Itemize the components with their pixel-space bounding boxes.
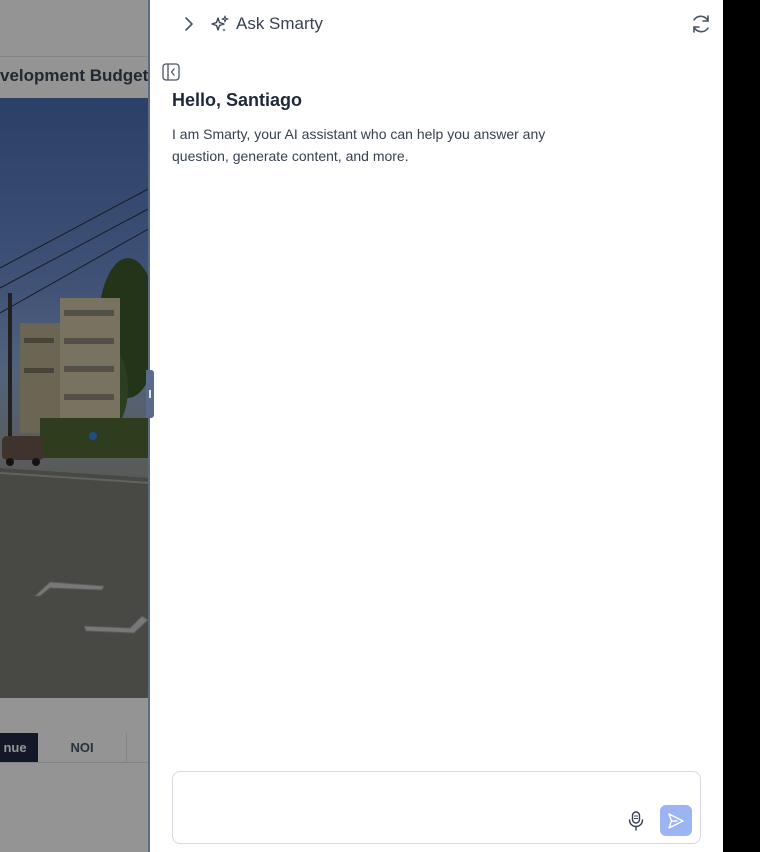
chat-input[interactable]: [183, 780, 627, 834]
drawer-header: Ask Smarty: [150, 0, 723, 48]
section-title: velopment Budget: [0, 66, 149, 85]
assistant-intro-text: I am Smarty, your AI assistant who can h…: [172, 126, 546, 164]
sidebar-toggle-icon[interactable]: [162, 63, 180, 81]
microphone-icon[interactable]: [626, 810, 646, 832]
drawer-title: Ask Smarty: [236, 14, 323, 33]
window-edge: [723, 0, 760, 852]
refresh-icon[interactable]: [689, 12, 713, 36]
send-button[interactable]: [660, 805, 692, 836]
tab-revenue[interactable]: nue: [0, 733, 38, 762]
sparkle-icon: [210, 14, 230, 34]
tab-noi[interactable]: NOI: [38, 733, 127, 762]
greeting-heading: Hello, Santiago: [172, 90, 303, 110]
street-view-image: [0, 98, 150, 698]
ask-smarty-drawer: Ask Smarty Hello, Santiago I am Smarty, …: [148, 0, 723, 852]
background-page: velopment Budget nue NOI: [0, 0, 150, 852]
background-header: [0, 0, 150, 57]
send-icon: [668, 813, 684, 829]
chevron-right-icon[interactable]: [178, 13, 200, 35]
chat-composer: [172, 771, 701, 844]
metrics-tabs: nue NOI I: [0, 733, 150, 763]
drawer-resize-handle[interactable]: [146, 370, 154, 418]
tab-next[interactable]: I: [127, 733, 150, 762]
street-view-scene: [0, 187, 150, 698]
